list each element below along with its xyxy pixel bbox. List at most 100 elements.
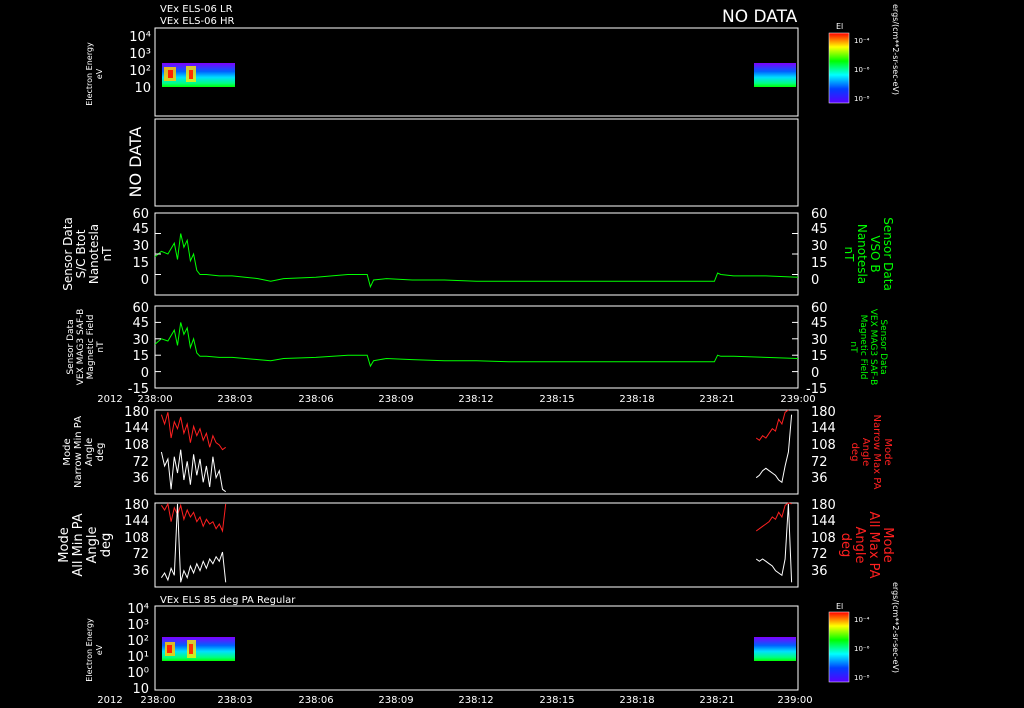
mag-ytick-right-45: 45 (811, 316, 828, 331)
all-pa-left-label: Mode All Min PA Angle deg (57, 513, 114, 576)
mag-right-label-2: VEX MAG3 SAF-B (868, 309, 878, 386)
btot-ytick-60: 60 (132, 207, 149, 222)
panel-mag: -15 0 15 30 45 60 -15 0 15 30 45 60 Sens… (66, 301, 888, 397)
btot-left-label-2: S/C Btot (74, 229, 88, 278)
btot-right-label-1: Sensor Data (881, 217, 895, 291)
narrow-pa-ytick-144: 144 (124, 421, 149, 436)
btot-ytick-0: 0 (141, 273, 149, 288)
all-pa-lines (160, 502, 793, 583)
narrow-pa-ytick-right-180: 180 (811, 405, 836, 420)
mag-ticks (155, 305, 798, 389)
all-pa-yaxis-left: 36 72 108 144 180 (124, 498, 149, 579)
colorbar-bottom (828, 611, 850, 683)
narrow-pa-min-line-1 (755, 414, 793, 484)
spectrogram-bottom-ylabel-2: eV (95, 644, 104, 655)
btot-left-label-3: Nanotesla (87, 224, 101, 284)
mag-frame (154, 305, 799, 389)
all-pa-right-label-2: All Max PA (866, 511, 881, 578)
colorbar-bottom-title: El (836, 602, 843, 611)
btot-frame (154, 212, 799, 296)
narrow-pa-ytick-right-36: 36 (811, 471, 828, 486)
narrow-pa-left-label-4: deg (95, 443, 106, 462)
mag-ytick-60: 60 (132, 301, 149, 316)
no-data-panel-label: NO DATA (126, 127, 145, 198)
els-mag-summary-plot: VEx ELS-06 LR VEx ELS-06 HR NO DATA 10 1… (57, 4, 900, 706)
btot-left-label-1: Sensor Data (61, 217, 75, 291)
narrow-pa-ytick-36: 36 (132, 471, 149, 486)
btot-ytick-right-30: 30 (811, 239, 828, 254)
spectrogram-bottom-ytick-1e1: 10¹ (127, 650, 149, 665)
spectrogram-bottom-yaxis: 10 10⁰ 10¹ 10² 10³ 10⁴ (127, 602, 149, 697)
colorbar-top-title: El (836, 22, 843, 31)
all-pa-ytick-144: 144 (124, 514, 149, 529)
narrow-pa-right-label-4: deg (849, 443, 860, 462)
all-pa-right-label: Mode All Max PA Angle deg (838, 511, 895, 578)
spectrogram-bottom-hotspot-4 (189, 644, 193, 654)
all-pa-left-label-1: Mode (57, 527, 72, 562)
colorbar-top-tick-mid: 10⁻⁶ (854, 66, 870, 74)
header-line-1: VEx ELS-06 LR (160, 4, 233, 15)
spectrogram-top-hotspot-2 (168, 70, 173, 78)
panel-narrow-pa: 36 72 108 144 180 36 72 108 144 180 Mode… (62, 405, 893, 495)
btot-line (154, 233, 799, 289)
btot-left-label: Sensor Data S/C Btot Nanotesla nT (61, 217, 114, 291)
spectrogram-bottom-ylabel-1: Electron Energy (85, 618, 94, 682)
btot-ytick-right-0: 0 (811, 273, 819, 288)
btot-ytick-right-60: 60 (811, 207, 828, 222)
all-pa-ytick-108: 108 (124, 531, 149, 546)
all-pa-ytick-right-108: 108 (811, 531, 836, 546)
btot-ytick-15: 15 (132, 256, 149, 271)
time-axis-bottom-tick-8: 239:00 (777, 695, 812, 706)
narrow-pa-lines (160, 409, 793, 493)
narrow-pa-left-label: Mode Narrow Min PA Angle deg (62, 416, 106, 488)
all-pa-ytick-right-144: 144 (811, 514, 836, 529)
colorbar-bottom-tick-mid: 10⁻⁶ (854, 645, 870, 653)
narrow-pa-left-label-2: Narrow Min PA (73, 416, 84, 488)
mag-right-label-4: nT (848, 341, 858, 353)
spectrogram-bottom-block-right (754, 637, 796, 661)
mag-ytick-45: 45 (132, 316, 149, 331)
all-pa-yaxis-right: 36 72 108 144 180 (811, 498, 836, 579)
narrow-pa-left-label-3: Angle (84, 438, 95, 466)
narrow-pa-ytick-right-72: 72 (811, 455, 828, 470)
all-pa-min-line-1 (755, 503, 793, 583)
all-pa-min-line-0 (160, 503, 227, 583)
time-axis-bottom-year: 2012 (97, 695, 122, 706)
mag-yaxis-right: -15 0 15 30 45 60 (806, 301, 828, 397)
spectrogram-bottom-ytick-1e2: 10² (127, 634, 149, 649)
time-axis-middle: 2012 238:00 238:03 238:06 238:09 238:12 … (97, 394, 815, 405)
narrow-pa-max-line-0 (160, 412, 226, 451)
spectrogram-top-block-right (754, 63, 796, 87)
mag-left-label-4: nT (96, 341, 106, 353)
narrow-pa-frame (154, 409, 799, 495)
narrow-pa-left-label-1: Mode (62, 438, 73, 465)
spectrogram-bottom-hotspot-2 (167, 645, 172, 653)
narrow-pa-yaxis-right: 36 72 108 144 180 (811, 405, 836, 486)
mag-ytick-30: 30 (132, 333, 149, 348)
colorbar-top (828, 32, 850, 104)
mag-ytick-15: 15 (132, 349, 149, 364)
all-pa-left-label-2: All Min PA (71, 513, 86, 576)
time-axis-bottom: 2012 238:00 238:03 238:06 238:09 238:12 … (97, 695, 812, 706)
narrow-pa-right-label: Mode Narrow Max PA Angle deg (849, 415, 893, 490)
spectrogram-bottom-ytick-1e0: 10⁰ (127, 666, 149, 681)
btot-yaxis-right: 0 15 30 45 60 (811, 207, 828, 288)
btot-ytick-right-15: 15 (811, 256, 828, 271)
time-axis-middle-tick-1: 238:03 (217, 394, 252, 405)
all-pa-frame (154, 502, 799, 588)
panel-btot: 0 15 30 45 60 0 15 30 45 60 Sensor Data … (61, 207, 895, 296)
spectrogram-top-ylabel-1: Electron Energy (85, 42, 94, 106)
all-pa-ytick-right-72: 72 (811, 547, 828, 562)
panel-no-data: NO DATA (126, 118, 799, 207)
mag-line (154, 322, 799, 368)
btot-left-label-4: nT (100, 246, 114, 262)
btot-right-label: Sensor Data VSO B Nanotesla nT (842, 217, 895, 291)
narrow-pa-ytick-right-144: 144 (811, 421, 836, 436)
spectrogram-bottom-frame (154, 605, 799, 691)
mag-left-label-1: Sensor Data (66, 319, 76, 374)
header-no-data: NO DATA (722, 7, 798, 27)
all-pa-left-label-4: deg (99, 533, 114, 558)
time-axis-bottom-tick-0: 238:00 (140, 695, 175, 706)
narrow-pa-right-label-2: Narrow Max PA (871, 415, 882, 490)
no-data-frame (154, 118, 799, 207)
